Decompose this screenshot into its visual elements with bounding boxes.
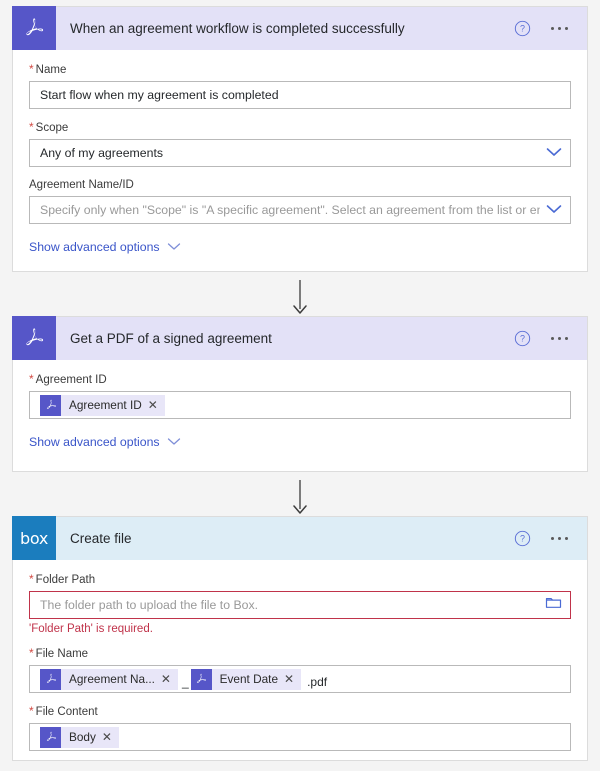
required-marker: * [29, 372, 34, 386]
agreement-id-input[interactable]: Agreement ID ✕ [29, 391, 571, 419]
token-chip[interactable]: Event Date ✕ [191, 669, 301, 690]
field-label: *Agreement ID [29, 372, 571, 387]
field-label: *Folder Path [29, 572, 571, 587]
folder-path-error-message: 'Folder Path' is required. [29, 623, 571, 635]
remove-token-icon[interactable]: ✕ [148, 399, 165, 411]
remove-token-icon[interactable]: ✕ [161, 673, 178, 685]
scope-dropdown-value: Any of my agreements [40, 146, 540, 160]
chevron-down-icon [167, 238, 181, 256]
adobe-acrobat-icon [40, 669, 61, 690]
card-title: Get a PDF of a signed agreement [70, 331, 514, 346]
token-chip[interactable]: Agreement ID ✕ [40, 395, 165, 416]
folder-path-placeholder: The folder path to upload the file to Bo… [40, 598, 539, 612]
adobe-acrobat-icon [40, 395, 61, 416]
chevron-down-icon [167, 433, 181, 451]
token-list: Body ✕ [40, 727, 121, 748]
token-list: Agreement Na... ✕ _ Event Date ✕ [40, 669, 327, 690]
token-chip[interactable]: Body ✕ [40, 727, 119, 748]
adobe-acrobat-icon [40, 727, 61, 748]
field-label: *Name [29, 62, 571, 77]
flow-designer-canvas: When an agreement workflow is completed … [0, 0, 600, 771]
more-options-icon[interactable] [549, 21, 571, 37]
field-agreement-name-id: Agreement Name/ID Specify only when "Sco… [29, 178, 571, 224]
field-label: Agreement Name/ID [29, 178, 571, 192]
header-actions: ? [514, 20, 571, 37]
token-label: Agreement Na... [61, 672, 161, 686]
adobe-acrobat-icon [191, 669, 212, 690]
show-advanced-options-label: Show advanced options [29, 435, 160, 449]
folder-picker-icon[interactable] [545, 595, 562, 615]
show-advanced-options-label: Show advanced options [29, 240, 160, 254]
card-title: Create file [70, 531, 514, 546]
token-label: Event Date [212, 672, 284, 686]
field-file-name: *File Name Agreement Na... ✕ _ [29, 646, 571, 693]
token-list: Agreement ID ✕ [40, 395, 167, 416]
show-advanced-options-trigger[interactable]: Show advanced options [29, 238, 571, 256]
field-agreement-id: *Agreement ID Agreement ID ✕ [29, 372, 571, 419]
field-scope: *Scope Any of my agreements [29, 120, 571, 167]
required-marker: * [29, 572, 34, 586]
card-body-create-file: *Folder Path The folder path to upload t… [12, 560, 588, 761]
help-circle-icon[interactable]: ? [514, 530, 531, 547]
help-circle-icon[interactable]: ? [514, 330, 531, 347]
field-label: *File Name [29, 646, 571, 661]
remove-token-icon[interactable]: ✕ [284, 673, 301, 685]
card-body-get-pdf: *Agreement ID Agreement ID ✕ [12, 360, 588, 472]
token-label: Agreement ID [61, 398, 148, 412]
required-marker: * [29, 646, 34, 660]
file-name-input[interactable]: Agreement Na... ✕ _ Event Date ✕ [29, 665, 571, 693]
file-extension-text: .pdf [307, 675, 327, 689]
card-header-create-file[interactable]: box Create file ? [12, 516, 588, 560]
card-body-trigger: *Name Start flow when my agreement is co… [12, 50, 588, 272]
show-advanced-options-get-pdf[interactable]: Show advanced options [29, 433, 571, 451]
field-file-content: *File Content Body ✕ [29, 704, 571, 751]
token-separator: _ [180, 675, 191, 689]
svg-text:?: ? [520, 534, 525, 544]
name-input[interactable]: Start flow when my agreement is complete… [29, 81, 571, 109]
scope-dropdown[interactable]: Any of my agreements [29, 139, 571, 167]
chevron-down-icon[interactable] [546, 201, 562, 219]
field-name: *Name Start flow when my agreement is co… [29, 62, 571, 109]
help-circle-icon[interactable]: ? [514, 20, 531, 37]
required-marker: * [29, 704, 34, 718]
field-folder-path: *Folder Path The folder path to upload t… [29, 572, 571, 635]
required-marker: * [29, 62, 34, 76]
field-label: *File Content [29, 704, 571, 719]
adobe-acrobat-icon [12, 6, 56, 51]
header-actions: ? [514, 530, 571, 547]
field-label: *Scope [29, 120, 571, 135]
box-wordmark: box [20, 529, 48, 548]
adobe-acrobat-icon [12, 316, 56, 361]
svg-text:?: ? [520, 334, 525, 344]
connector-arrow-2 [292, 480, 308, 516]
agreement-name-id-dropdown[interactable]: Specify only when "Scope" is "A specific… [29, 196, 571, 224]
file-content-input[interactable]: Body ✕ [29, 723, 571, 751]
token-chip[interactable]: Agreement Na... ✕ [40, 669, 178, 690]
remove-token-icon[interactable]: ✕ [102, 731, 119, 743]
name-input-value: Start flow when my agreement is complete… [40, 88, 562, 102]
more-options-icon[interactable] [549, 331, 571, 347]
agreement-name-id-placeholder: Specify only when "Scope" is "A specific… [40, 203, 540, 217]
card-header-get-pdf[interactable]: Get a PDF of a signed agreement ? [12, 316, 588, 360]
card-header-trigger[interactable]: When an agreement workflow is completed … [12, 6, 588, 50]
card-title: When an agreement workflow is completed … [70, 21, 514, 36]
token-label: Body [61, 730, 102, 744]
connector-arrow-1 [292, 280, 308, 316]
header-actions: ? [514, 330, 571, 347]
folder-path-input[interactable]: The folder path to upload the file to Bo… [29, 591, 571, 619]
chevron-down-icon[interactable] [546, 144, 562, 162]
svg-text:?: ? [520, 24, 525, 34]
box-logo-icon: box [12, 516, 56, 561]
more-options-icon[interactable] [549, 531, 571, 547]
required-marker: * [29, 120, 34, 134]
